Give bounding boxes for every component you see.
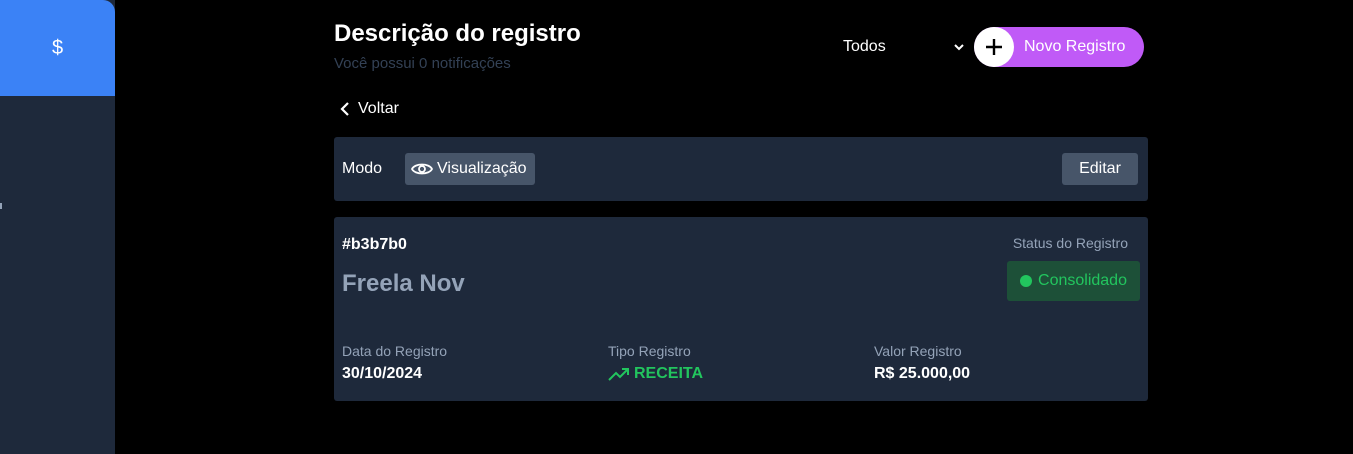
new-record-label: Novo Registro bbox=[1024, 38, 1126, 55]
amount-value: R$ 25.000,00 bbox=[874, 365, 971, 382]
type-label: Tipo Registro bbox=[608, 343, 691, 359]
type-field: Tipo Registro RECEITA bbox=[608, 343, 703, 383]
edit-button[interactable]: Editar bbox=[1062, 153, 1138, 185]
new-record-button[interactable]: Novo Registro bbox=[974, 27, 1144, 67]
notification-count: Você possui 0 notificações bbox=[334, 55, 511, 72]
trending-up-icon bbox=[608, 368, 629, 381]
status-dot-icon bbox=[1020, 275, 1033, 287]
back-label: Voltar bbox=[358, 100, 399, 117]
dollar-icon: $ bbox=[51, 36, 64, 59]
sidebar-notch bbox=[0, 203, 2, 209]
status-badge: Consolidado bbox=[1007, 261, 1140, 301]
eye-icon bbox=[411, 163, 433, 175]
mode-value: Visualização bbox=[437, 160, 527, 177]
filter-select-value: Todos bbox=[843, 38, 886, 55]
mode-toggle[interactable]: Visualização bbox=[405, 153, 535, 185]
amount-field: Valor Registro R$ 25.000,00 bbox=[874, 343, 970, 383]
filter-select[interactable]: Todos bbox=[843, 36, 965, 58]
record-name: Freela Nov bbox=[342, 270, 465, 297]
sidebar: $ bbox=[0, 0, 115, 454]
date-field: Data do Registro 30/10/2024 bbox=[342, 343, 447, 383]
sidebar-item-finance[interactable]: $ bbox=[0, 0, 115, 96]
type-value: RECEITA bbox=[634, 365, 704, 382]
mode-label: Modo bbox=[342, 160, 383, 177]
record-card: #b3b7b0 Freela Nov Status do Registro Co… bbox=[334, 217, 1148, 401]
date-label: Data do Registro bbox=[342, 343, 448, 359]
date-value: 30/10/2024 bbox=[342, 365, 423, 382]
page-title: Descrição do registro bbox=[334, 20, 581, 47]
mode-bar: Modo Visualização Editar bbox=[334, 137, 1148, 201]
record-id: #b3b7b0 bbox=[342, 236, 407, 253]
plus-icon bbox=[974, 27, 1014, 67]
status-value: Consolidado bbox=[1038, 272, 1127, 289]
amount-label: Valor Registro bbox=[874, 343, 962, 359]
chevron-left-icon bbox=[340, 102, 349, 116]
type-value-row: RECEITA bbox=[608, 365, 703, 383]
back-link[interactable]: Voltar bbox=[340, 98, 399, 120]
chevron-down-icon bbox=[954, 44, 964, 51]
status-label: Status do Registro bbox=[1012, 235, 1128, 251]
